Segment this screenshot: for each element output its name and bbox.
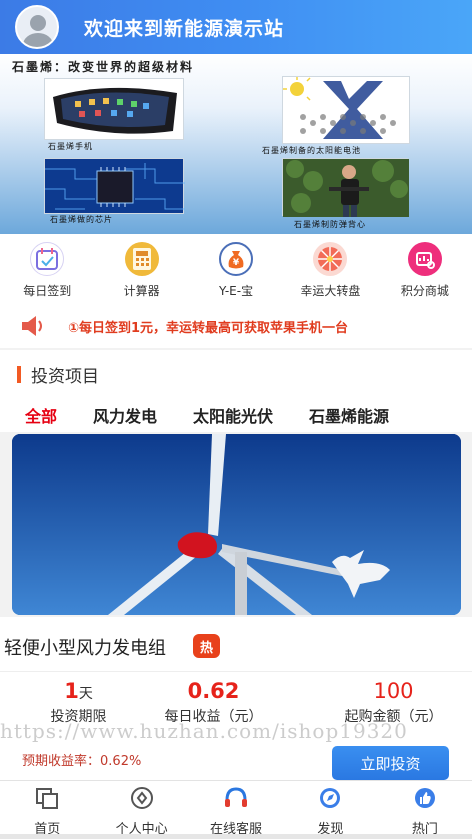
bottom-nav: 首页 个人中心 在线客服 发现 热门 (0, 780, 472, 839)
calendar-check-icon (30, 242, 65, 276)
graphene-banner[interactable]: 石墨烯：改变世界的超级材料 石墨烯手机 石墨烯制备的太阳能电池 石墨烯做的芯片 … (0, 54, 472, 234)
stat-min-amount: 100 起购金额（元） (315, 679, 472, 726)
points-mall-icon (407, 242, 442, 276)
term-value: 1 (64, 679, 79, 703)
quick-link-label: 每日签到 (23, 284, 72, 298)
bottom-strip (0, 834, 472, 839)
avatar[interactable] (15, 5, 59, 49)
top-header: 欢迎来到新能源演示站 (0, 0, 472, 54)
app-screen: 欢迎来到新能源演示站 石墨烯：改变世界的超级材料 石墨烯手机 石墨烯制备的太阳能… (0, 0, 472, 839)
nav-discover[interactable]: 发现 (283, 781, 377, 839)
divider (0, 671, 472, 672)
stat-term: 1天 投资期限 (0, 679, 157, 726)
tab-all[interactable]: 全部 (25, 403, 57, 427)
min-amount-label: 起购金额（元） (344, 709, 443, 725)
banner-title: 石墨烯：改变世界的超级材料 (12, 60, 195, 74)
chip-image (44, 158, 185, 214)
rate-value: 0.62% (100, 754, 142, 769)
speaker-icon (18, 312, 46, 340)
lucky-wheel-icon (313, 242, 348, 276)
stat-daily-income: 0.62 每日收益（元） (135, 679, 292, 726)
product-image[interactable] (12, 434, 461, 615)
caption-phone: 石墨烯手机 (48, 142, 93, 151)
term-unit: 天 (78, 686, 93, 702)
avatar-head-shape (30, 15, 46, 31)
quick-link-label: 计算器 (123, 284, 160, 298)
quick-link-label: 积分商城 (400, 284, 449, 298)
rate-label: 预期收益率： (22, 754, 101, 769)
expected-rate: 预期收益率：0.62% (22, 750, 141, 769)
product-name: 轻便小型风力发电组 (4, 638, 166, 659)
min-amount-value: 100 (373, 679, 414, 703)
notice-bar[interactable]: ①每日签到1元，幸运转最高可获取苹果手机一台 (0, 304, 472, 348)
invest-now-button[interactable]: 立即投资 (332, 746, 449, 780)
category-tabs: 全部 风力发电 太阳能光伏 石墨烯能源 (0, 398, 472, 432)
nav-user-center[interactable]: 个人中心 (94, 781, 188, 839)
tab-solar-pv[interactable]: 太阳能光伏 (193, 403, 273, 427)
nav-online-service[interactable]: 在线客服 (189, 781, 283, 839)
section-title: 投资项目 (31, 366, 99, 387)
svg-text:¥: ¥ (233, 258, 240, 268)
quick-links: 每日签到 计算器 ¥ Y-E-宝 幸运大转盘 积分商城 (0, 234, 472, 304)
welcome-title: 欢迎来到新能源演示站 (84, 17, 285, 40)
daily-income-value: 0.62 (187, 679, 240, 703)
home-icon (34, 786, 60, 814)
section-header: 投资项目 (0, 350, 472, 398)
term-label: 投资期限 (50, 709, 107, 725)
quick-link-ye-bao[interactable]: ¥ Y-E-宝 (189, 234, 283, 304)
avatar-body-shape (23, 33, 53, 47)
quick-link-label: Y-E-宝 (218, 284, 254, 298)
quick-link-lucky-wheel[interactable]: 幸运大转盘 (283, 234, 377, 304)
tab-wind-power[interactable]: 风力发电 (93, 403, 157, 427)
quick-link-calculator[interactable]: 计算器 (94, 234, 188, 304)
quick-link-label: 幸运大转盘 (300, 284, 361, 298)
section-accent-bar (17, 365, 21, 383)
discover-icon (317, 786, 343, 814)
caption-solar: 石墨烯制备的太阳能电池 (262, 146, 361, 155)
quick-link-points-mall[interactable]: 积分商城 (378, 234, 472, 304)
phone-image (44, 78, 184, 140)
thumbs-up-icon (412, 786, 438, 814)
solar-cell-image (282, 76, 410, 144)
hot-badge: 热 (193, 634, 220, 658)
user-center-icon (129, 786, 155, 814)
caption-chip: 石墨烯做的芯片 (50, 215, 113, 224)
vest-image (282, 158, 409, 217)
daily-income-label: 每日收益（元） (164, 709, 263, 725)
yen-bag-icon: ¥ (219, 242, 254, 276)
caption-vest: 石墨烯制防弹背心 (294, 220, 366, 229)
tab-graphene-energy[interactable]: 石墨烯能源 (309, 403, 389, 427)
nav-home[interactable]: 首页 (0, 781, 94, 839)
headset-icon (223, 786, 249, 814)
quick-link-daily-checkin[interactable]: 每日签到 (0, 234, 94, 304)
product-card[interactable]: 轻便小型风力发电组 热 1天 投资期限 0.62 每日收益（元） 100 起购金… (0, 617, 472, 780)
notice-text: ①每日签到1元，幸运转最高可获取苹果手机一台 (68, 320, 349, 336)
calculator-icon (124, 242, 159, 276)
nav-popular[interactable]: 热门 (378, 781, 472, 839)
